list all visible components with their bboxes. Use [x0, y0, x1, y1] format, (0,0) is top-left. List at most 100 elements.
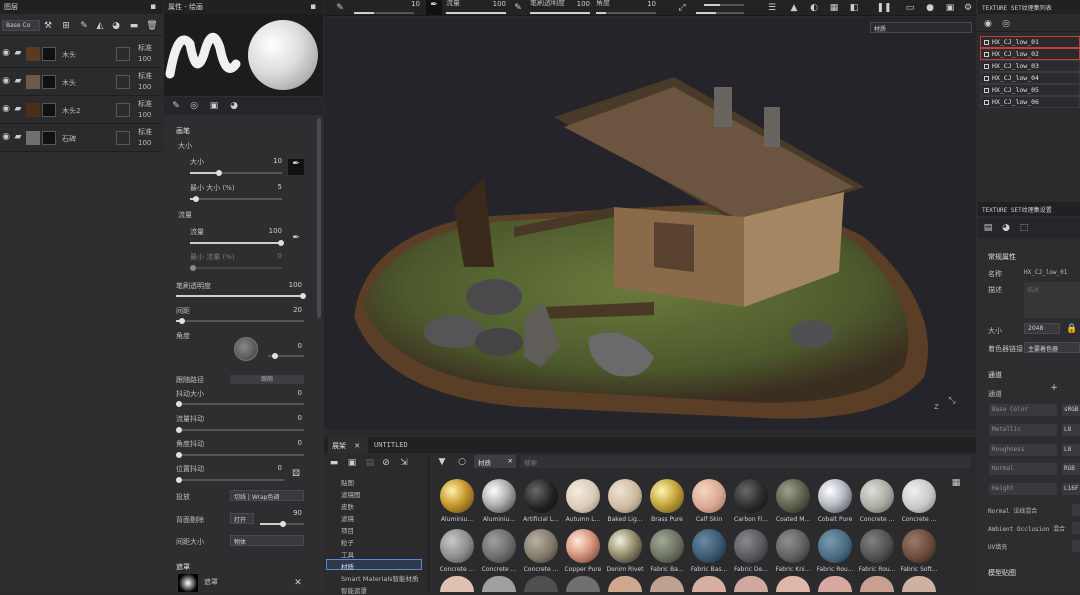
desc-textarea[interactable]: 描述: [1024, 282, 1080, 318]
material-swatch[interactable]: [776, 529, 810, 563]
category-item[interactable]: 项目: [341, 525, 354, 535]
layer-opacity[interactable]: 100: [138, 111, 151, 119]
jitter-flow-slider[interactable]: [176, 427, 304, 433]
textureset-item[interactable]: HX_CJ_low_06: [980, 96, 1080, 108]
material-swatch[interactable]: [482, 529, 516, 563]
filter-icon[interactable]: ▼: [436, 456, 448, 468]
category-item[interactable]: 滤镜图: [341, 489, 361, 499]
material-swatch[interactable]: [776, 479, 810, 513]
material-swatch[interactable]: [524, 479, 558, 513]
backface-cull-toggle[interactable]: 打开: [230, 513, 254, 524]
hide-icon[interactable]: ⊘: [380, 457, 392, 469]
material-swatch[interactable]: [776, 576, 810, 592]
visibility-eye-icon[interactable]: ◉: [0, 131, 12, 143]
backface-select[interactable]: 切线 | Wrap色调: [230, 490, 304, 501]
spacing-slider[interactable]: [176, 318, 304, 324]
jitter-angle-slider[interactable]: [176, 452, 304, 458]
size-slider[interactable]: [190, 170, 282, 176]
tab-material-icon[interactable]: ◕: [228, 100, 240, 112]
grid-view-icon[interactable]: ▦: [950, 477, 962, 489]
normal-mix-select[interactable]: [1072, 504, 1080, 516]
material-swatch[interactable]: [860, 479, 894, 513]
alpha-slider[interactable]: [176, 293, 306, 299]
folder-icon[interactable]: ▬: [128, 20, 140, 32]
min-size-slider[interactable]: [190, 196, 282, 202]
material-swatch[interactable]: [440, 576, 474, 592]
material-swatch[interactable]: [734, 529, 768, 563]
tab-alpha-icon[interactable]: ◎: [188, 100, 200, 112]
tab-uv-icon[interactable]: ⬚: [1018, 222, 1030, 234]
jitter-pos-slider[interactable]: [176, 477, 284, 483]
textureset-item[interactable]: HX_CJ_low_02: [980, 48, 1080, 60]
grid-icon[interactable]: ▦: [828, 2, 840, 14]
tab-untitled[interactable]: UNTITLED: [374, 441, 408, 449]
tab-brush-icon[interactable]: ✎: [170, 100, 182, 112]
category-selected[interactable]: 材质: [326, 559, 422, 571]
uv-padding-select[interactable]: [1072, 540, 1080, 552]
brush-preset-button[interactable]: ✒: [426, 0, 442, 15]
material-swatch[interactable]: [650, 529, 684, 563]
layer-row[interactable]: ◉ ▰ 木头 标准 100: [0, 68, 162, 96]
toolbar-flow-slider[interactable]: [446, 12, 506, 14]
camera-view-icon[interactable]: ▣: [944, 2, 956, 14]
material-swatch[interactable]: [524, 576, 558, 592]
material-swatch[interactable]: [818, 479, 852, 513]
category-item[interactable]: 工具: [341, 549, 354, 559]
category-item[interactable]: 粒子: [341, 537, 354, 547]
material-swatch[interactable]: [734, 576, 768, 592]
material-swatch[interactable]: [902, 479, 936, 513]
toolbar-alpha-slider[interactable]: [530, 12, 590, 14]
material-swatch[interactable]: [692, 479, 726, 513]
backface-angle-slider[interactable]: [260, 521, 304, 527]
material-swatch[interactable]: [608, 576, 642, 592]
tab-bake-icon[interactable]: ◕: [1000, 222, 1012, 234]
toolbar-size-slider[interactable]: [354, 12, 414, 14]
viewport-3d[interactable]: 材质 Z ⤡: [324, 17, 976, 429]
min-flow-slider[interactable]: [190, 265, 282, 271]
fill-icon[interactable]: ◭: [94, 20, 106, 32]
sphere-icon[interactable]: ●: [924, 2, 936, 14]
brush-mode-icon[interactable]: ✎: [334, 2, 346, 14]
material-swatch[interactable]: [524, 529, 558, 563]
eye-outline-icon[interactable]: ◎: [1000, 18, 1012, 30]
channel-format[interactable]: sRGB: [1062, 404, 1080, 416]
category-item[interactable]: Smart Materials智能材质: [341, 573, 419, 583]
brush-icon[interactable]: ✎: [78, 20, 90, 32]
material-swatch[interactable]: [566, 479, 600, 513]
material-swatch[interactable]: [818, 529, 852, 563]
textureset-item[interactable]: HX_CJ_low_03: [980, 60, 1080, 72]
material-swatch[interactable]: [482, 576, 516, 592]
pen-icon[interactable]: ✎: [512, 2, 524, 14]
eye-icon[interactable]: ◉: [982, 18, 994, 30]
ao-mix-select[interactable]: [1072, 522, 1080, 534]
textureset-item[interactable]: HX_CJ_low_04: [980, 72, 1080, 84]
material-swatch[interactable]: [440, 479, 474, 513]
category-item[interactable]: 滤镜: [341, 513, 354, 523]
angle-dial[interactable]: [234, 337, 258, 361]
angle-slider[interactable]: [268, 353, 304, 359]
channel-format[interactable]: RGB: [1062, 463, 1080, 475]
layer-row[interactable]: ◉ ▰ 石碑 标准 100: [0, 124, 162, 152]
panel-menu-icon[interactable]: ▪: [307, 1, 319, 13]
material-swatch[interactable]: [650, 576, 684, 592]
visibility-eye-icon[interactable]: ◉: [0, 47, 12, 59]
shader-select[interactable]: 主要着色器: [1024, 342, 1080, 353]
export-icon[interactable]: ⇲: [398, 457, 410, 469]
layer-row[interactable]: ◉ ▰ 木头2 标准 100: [0, 96, 162, 124]
category-item[interactable]: 智能遮罩: [341, 585, 367, 595]
layer-blend[interactable]: 标准: [138, 43, 152, 53]
material-swatch[interactable]: [692, 576, 726, 592]
tab-shelf[interactable]: 展架 ✕: [328, 437, 368, 453]
textureset-item[interactable]: HX_CJ_low_01: [980, 36, 1080, 48]
close-icon[interactable]: ✕: [508, 457, 513, 465]
panel-menu-icon[interactable]: ▪: [147, 1, 159, 13]
folder-icon[interactable]: ▬: [328, 457, 340, 469]
material-swatch[interactable]: [860, 529, 894, 563]
material-swatch[interactable]: [608, 529, 642, 563]
effect-icon[interactable]: ◕: [110, 20, 122, 32]
material-swatch[interactable]: [482, 479, 516, 513]
pause-icon[interactable]: ❚❚: [876, 2, 891, 14]
object-icon[interactable]: ◧: [848, 2, 860, 14]
size-space-select[interactable]: 物体: [230, 535, 304, 546]
layer-opacity[interactable]: 100: [138, 83, 151, 91]
